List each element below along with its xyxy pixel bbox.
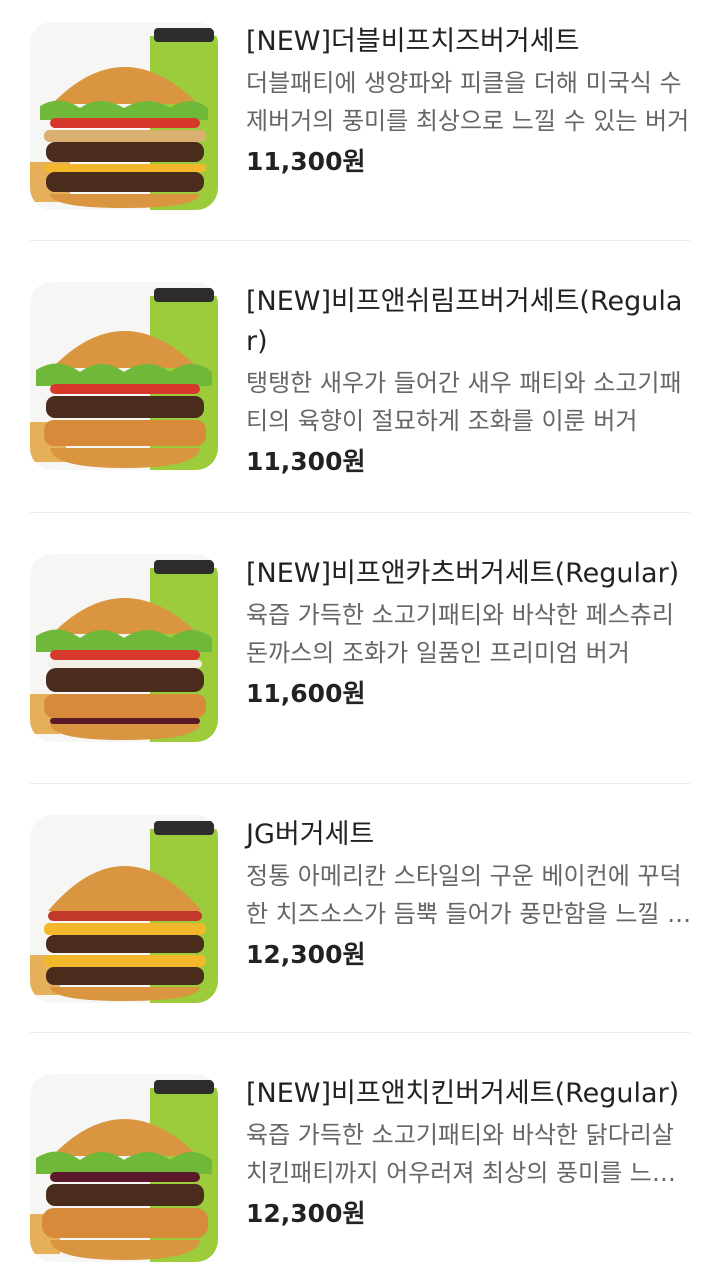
beef-katsu-burger-set-image[interactable] [30, 554, 218, 742]
divider [30, 783, 690, 784]
item-title[interactable]: JG버거세트 [246, 815, 692, 855]
item-price: 12,300원 [246, 940, 366, 969]
item-title[interactable]: [NEW]비프앤카츠버거세트(Regular) [246, 554, 692, 594]
item-description: 더블패티에 생양파와 피클을 더해 미국식 수제버거의 풍미를 최상으로 느낄 … [246, 69, 690, 135]
item-title[interactable]: [NEW]비프앤치킨버거세트(Regular) [246, 1074, 692, 1114]
beef-shrimp-burger-set-image[interactable] [30, 282, 218, 470]
divider [30, 1032, 690, 1033]
item-description: 정통 아메리칸 스타일의 구운 베이컨에 꾸덕한 치즈소스가 듬뿍 들어가 풍만… [246, 862, 690, 928]
item-description: 탱탱한 새우가 들어간 새우 패티와 소고기패티의 육향이 절묘하게 조화를 이… [246, 369, 682, 435]
divider [30, 512, 690, 513]
item-price: 11,600원 [246, 679, 366, 708]
double-beef-cheese-burger-set-image[interactable] [30, 22, 218, 210]
menu-list: [NEW]더블비프치즈버거세트 더블패티에 생양파와 피클을 더해 미국식 수제… [0, 0, 719, 1288]
divider [30, 240, 690, 241]
item-price: 11,300원 [246, 447, 366, 476]
jg-burger-set-image[interactable] [30, 815, 218, 1003]
item-price: 12,300원 [246, 1199, 366, 1228]
beef-chicken-burger-set-image[interactable] [30, 1074, 218, 1262]
item-title[interactable]: [NEW]비프앤쉬림프버거세트(Regular) [246, 282, 692, 362]
item-description: 육즙 가득한 소고기패티와 바삭한 닭다리살 치킨패티까지 어우러져 최상의 풍… [246, 1121, 674, 1187]
item-title[interactable]: [NEW]더블비프치즈버거세트 [246, 22, 692, 62]
item-description: 육즙 가득한 소고기패티와 바삭한 페스츄리 돈까스의 조화가 일품인 프리미엄… [246, 601, 674, 667]
item-price: 11,300원 [246, 147, 366, 176]
